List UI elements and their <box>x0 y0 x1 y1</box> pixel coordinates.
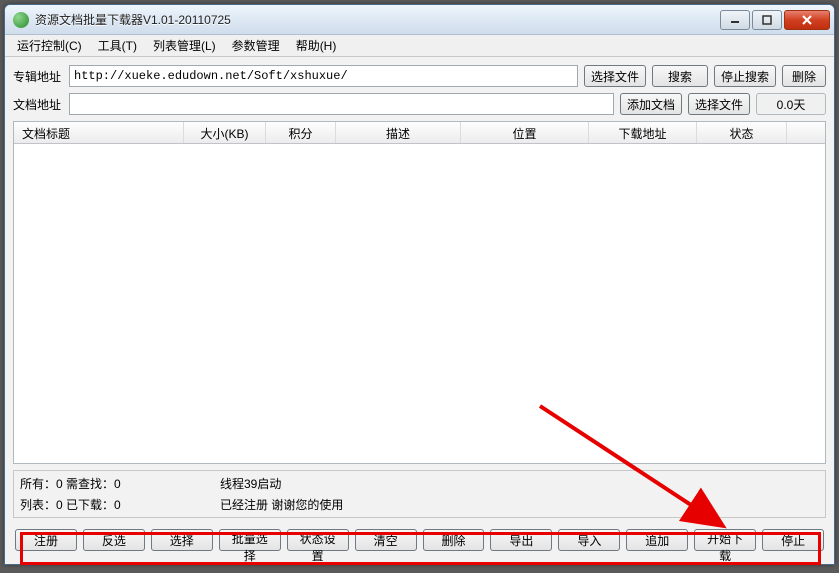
status-thread: 线程39启动 <box>220 475 819 492</box>
select-file-button-1[interactable]: 选择文件 <box>584 65 646 87</box>
start-download-button[interactable]: 开始下载 <box>694 529 756 551</box>
minimize-icon <box>730 15 740 25</box>
state-setting-button[interactable]: 状态设置 <box>287 529 349 551</box>
close-icon <box>801 15 813 25</box>
clear-button[interactable]: 清空 <box>355 529 417 551</box>
doc-url-row: 文档地址 添加文档 选择文件 0.0天 <box>13 93 826 115</box>
search-button[interactable]: 搜索 <box>652 65 708 87</box>
invert-select-button[interactable]: 反选 <box>83 529 145 551</box>
menu-run-control[interactable]: 运行控制(C) <box>9 35 90 56</box>
maximize-icon <box>762 15 772 25</box>
bottom-toolbar: 注册 反选 选择 批量选择 状态设置 清空 删除 导出 导入 追加 开始下载 停… <box>13 524 826 556</box>
titlebar: 资源文档批量下载器V1.01-20110725 <box>5 5 834 35</box>
select-file-button-2[interactable]: 选择文件 <box>688 93 750 115</box>
col-dlurl[interactable]: 下载地址 <box>589 122 697 143</box>
doc-url-input[interactable] <box>69 93 614 115</box>
content-area: 专辑地址 选择文件 搜索 停止搜索 删除 文档地址 添加文档 选择文件 0.0天… <box>5 57 834 564</box>
status-all-need: 所有：0 需查找：0 <box>20 475 210 492</box>
col-location[interactable]: 位置 <box>461 122 589 143</box>
delete-button[interactable]: 删除 <box>423 529 485 551</box>
app-icon <box>13 12 29 28</box>
window-title: 资源文档批量下载器V1.01-20110725 <box>35 11 718 28</box>
select-button[interactable]: 选择 <box>151 529 213 551</box>
menubar: 运行控制(C) 工具(T) 列表管理(L) 参数管理 帮助(H) <box>5 35 834 57</box>
delete-url-button[interactable]: 删除 <box>782 65 826 87</box>
col-desc[interactable]: 描述 <box>336 122 461 143</box>
document-table: 文档标题 大小(KB) 积分 描述 位置 下载地址 状态 <box>13 121 826 464</box>
menu-list-manage[interactable]: 列表管理(L) <box>145 35 224 56</box>
stop-search-button[interactable]: 停止搜索 <box>714 65 776 87</box>
app-window: 资源文档批量下载器V1.01-20110725 运行控制(C) 工具(T) 列表… <box>4 4 835 565</box>
export-button[interactable]: 导出 <box>490 529 552 551</box>
menu-help[interactable]: 帮助(H) <box>288 35 345 56</box>
col-status[interactable]: 状态 <box>697 122 787 143</box>
album-url-row: 专辑地址 选择文件 搜索 停止搜索 删除 <box>13 65 826 87</box>
col-title[interactable]: 文档标题 <box>14 122 184 143</box>
menu-param-manage[interactable]: 参数管理 <box>224 35 288 56</box>
append-button[interactable]: 追加 <box>626 529 688 551</box>
window-controls <box>718 10 830 30</box>
days-display: 0.0天 <box>756 93 826 115</box>
col-size[interactable]: 大小(KB) <box>184 122 266 143</box>
close-button[interactable] <box>784 10 830 30</box>
register-button[interactable]: 注册 <box>15 529 77 551</box>
minimize-button[interactable] <box>720 10 750 30</box>
stop-button[interactable]: 停止 <box>762 529 824 551</box>
status-list-dl: 列表：0 已下载：0 <box>20 496 210 513</box>
menu-tools[interactable]: 工具(T) <box>90 35 145 56</box>
table-body[interactable] <box>14 144 825 463</box>
batch-select-button[interactable]: 批量选择 <box>219 529 281 551</box>
import-button[interactable]: 导入 <box>558 529 620 551</box>
col-points[interactable]: 积分 <box>266 122 336 143</box>
table-header: 文档标题 大小(KB) 积分 描述 位置 下载地址 状态 <box>14 122 825 144</box>
status-registered: 已经注册 谢谢您的使用 <box>220 496 819 513</box>
doc-url-label: 文档地址 <box>13 96 63 113</box>
album-url-label: 专辑地址 <box>13 68 63 85</box>
status-panel: 所有：0 需查找：0 线程39启动 列表：0 已下载：0 已经注册 谢谢您的使用 <box>13 470 826 518</box>
add-doc-button[interactable]: 添加文档 <box>620 93 682 115</box>
album-url-input[interactable] <box>69 65 578 87</box>
maximize-button[interactable] <box>752 10 782 30</box>
